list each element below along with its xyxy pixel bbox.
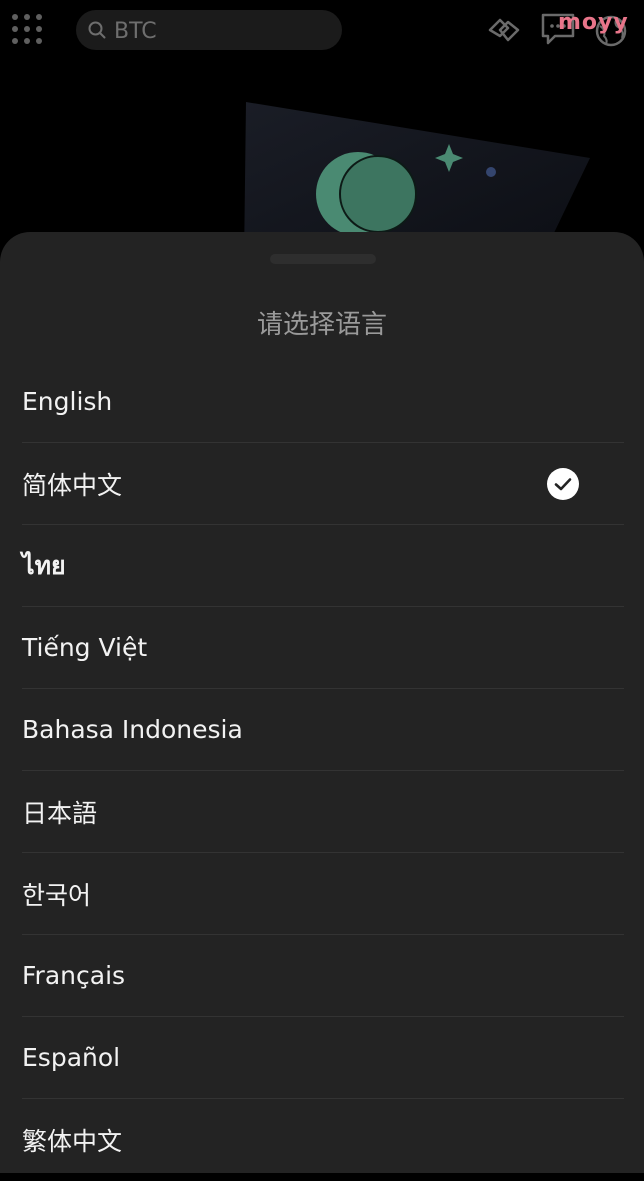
language-label: Español — [22, 1043, 121, 1072]
language-label: 한국어 — [22, 880, 92, 910]
language-option-spanish[interactable]: Español — [22, 1017, 624, 1099]
language-label: English — [22, 387, 113, 416]
language-label: Tiếng Việt — [22, 633, 148, 662]
language-sheet: 请选择语言 English 简体中文 ไทย Tiếng Việt Bahasa… — [0, 232, 644, 1173]
language-option-vietnamese[interactable]: Tiếng Việt — [22, 607, 624, 689]
check-circle-icon — [547, 468, 579, 500]
search-icon — [88, 21, 106, 39]
sheet-title: 请选择语言 — [256, 310, 387, 340]
dot-icon — [486, 167, 496, 177]
language-label: 繁体中文 — [22, 1127, 123, 1156]
language-label: Français — [22, 961, 126, 990]
language-option-traditional-chinese[interactable]: 繁体中文 — [22, 1099, 624, 1181]
language-option-english[interactable]: English — [22, 361, 624, 443]
language-label: Bahasa Indonesia — [22, 715, 243, 744]
language-option-korean[interactable]: 한국어 — [22, 853, 624, 935]
app-header: BTC moyy — [0, 0, 644, 62]
grid-menu-icon[interactable] — [12, 14, 44, 46]
drag-handle[interactable] — [270, 254, 376, 264]
search-value: BTC — [114, 19, 157, 44]
language-option-japanese[interactable]: 日本語 — [22, 771, 624, 853]
language-label: 简体中文 — [22, 470, 123, 500]
language-label: 日本語 — [22, 798, 98, 828]
language-option-indonesian[interactable]: Bahasa Indonesia — [22, 689, 624, 771]
language-option-thai[interactable]: ไทย — [22, 525, 624, 607]
language-label: ไทย — [22, 550, 66, 580]
planet-icon — [316, 152, 417, 236]
handshake-icon[interactable] — [486, 12, 522, 48]
search-input[interactable]: BTC — [76, 10, 342, 50]
language-list: English 简体中文 ไทย Tiếng Việt Bahasa Indon… — [22, 361, 624, 1181]
language-option-french[interactable]: Français — [22, 935, 624, 1017]
brand-watermark: moyy — [558, 10, 629, 35]
language-option-simplified-chinese[interactable]: 简体中文 — [22, 443, 624, 525]
